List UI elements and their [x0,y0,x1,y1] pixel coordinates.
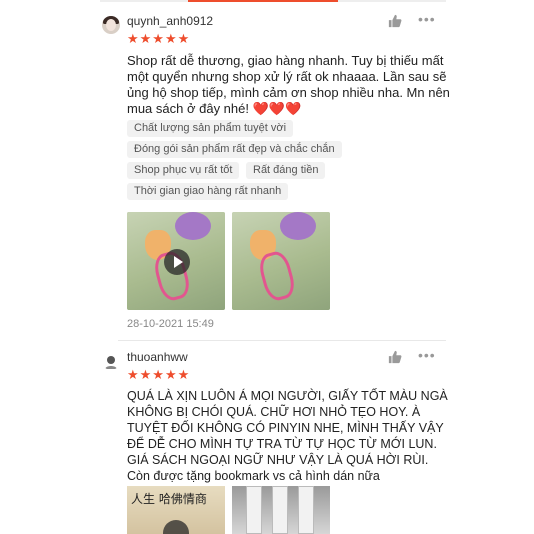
thumbs-up-icon[interactable] [388,350,402,364]
reviewer-username[interactable]: quynh_anh0912 [127,14,213,28]
active-tab-indicator [188,0,338,2]
top-divider [100,0,446,2]
play-icon[interactable] [163,520,189,534]
reviewer-username[interactable]: thuoanhww [127,350,188,364]
review-timestamp: 28-10-2021 15:49 [127,318,214,330]
avatar[interactable] [102,352,120,370]
review-card: thuoanhww ••• ★★★★★ QUÁ LÀ XỊN LUÔN Á MỌ… [100,344,448,534]
book-cover-text: 人生 哈佛情商 [131,492,207,506]
review-divider [118,340,446,341]
more-dots-icon[interactable]: ••• [418,347,436,363]
heart-emojis: ❤️❤️❤️ [252,101,302,116]
review-tag: Shop phục vụ rất tốt [127,162,240,179]
thumbs-up-icon[interactable] [388,14,402,28]
star-rating: ★★★★★ [127,367,191,382]
star-rating: ★★★★★ [127,31,191,46]
review-photo-thumbnail[interactable] [232,212,330,310]
avatar[interactable] [102,16,120,34]
review-photo-thumbnail[interactable] [232,486,330,534]
review-video-thumbnail[interactable] [127,212,225,310]
review-comment: Shop rất dễ thương, giao hàng nhanh. Tuy… [127,53,452,117]
review-card: quynh_anh0912 ••• ★★★★★ Shop rất dễ thươ… [100,8,450,342]
review-tag: Chất lượng sản phẩm tuyệt vời [127,120,294,137]
review-tag: Rất đáng tiền [246,162,326,179]
review-comment: QUÁ LÀ XỊN LUÔN Á MỌI NGƯỜI, GIẤY TỐT MÀ… [127,389,448,483]
review-tag: Đóng gói sản phẩm rất đẹp và chắc chắn [127,141,342,158]
more-dots-icon[interactable]: ••• [418,11,436,27]
review-tag: Thời gian giao hàng rất nhanh [127,183,289,200]
play-icon[interactable] [164,249,190,275]
review-video-thumbnail[interactable]: 人生 哈佛情商 [127,486,225,534]
